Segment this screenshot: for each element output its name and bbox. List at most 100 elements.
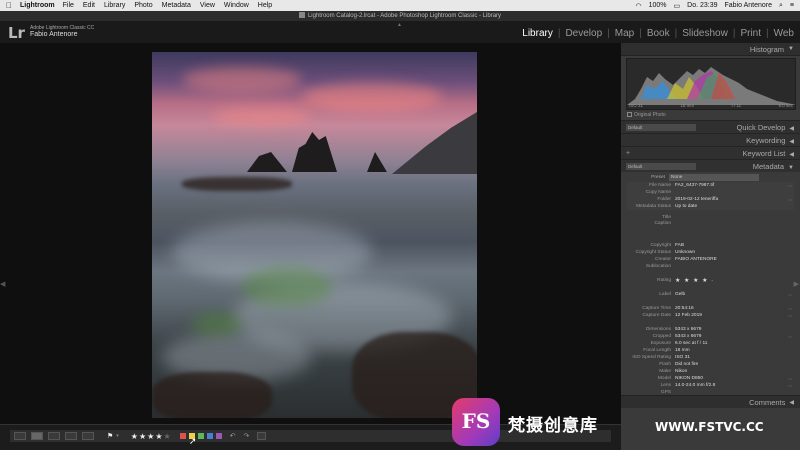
- field-capture-date[interactable]: Capture Date 12 Feb 2019 ▭: [627, 312, 794, 319]
- field-value[interactable]: 14.0-24.0 mm f/2.8: [675, 383, 715, 388]
- menu-library[interactable]: Library: [104, 2, 125, 9]
- field-value[interactable]: Gelb: [675, 292, 685, 297]
- field-creator[interactable]: Creator FABIO ANTENORE: [627, 256, 794, 263]
- original-photo-toggle[interactable]: Original Photo: [627, 112, 794, 118]
- field-sublocation[interactable]: Sublocation: [627, 263, 794, 270]
- search-icon[interactable]: ⌕: [779, 2, 783, 10]
- left-panel-toggle-icon[interactable]: ◀: [0, 280, 5, 288]
- field-copy-name[interactable]: Copy Name: [627, 189, 794, 196]
- comments-header[interactable]: Comments ◀: [621, 395, 800, 408]
- field-capture-time[interactable]: Capture Time 20:54:16 ▭: [627, 305, 794, 312]
- metadata-preset-dropdown[interactable]: Default: [626, 162, 696, 170]
- go-icon[interactable]: ▭: [788, 383, 792, 388]
- apple-icon[interactable]: : [6, 1, 12, 10]
- field-value[interactable]: 6.0 sec at f / 11: [675, 341, 707, 346]
- go-icon[interactable]: ▭: [788, 306, 792, 311]
- top-panel-toggle-icon[interactable]: ▲: [397, 22, 402, 28]
- field-value[interactable]: Did not fire: [675, 362, 698, 367]
- field-value[interactable]: 18 mm: [675, 348, 690, 353]
- add-keyword-icon[interactable]: +: [626, 150, 630, 157]
- histogram[interactable]: ISO 31 18 mm f / 11 6.0 sec: [626, 58, 796, 110]
- keywording-header[interactable]: Keywording ◀: [621, 133, 800, 146]
- saved-preset-dropdown[interactable]: Default: [626, 123, 696, 131]
- label-purple[interactable]: [215, 433, 222, 439]
- field-title[interactable]: Title: [627, 214, 794, 221]
- field-focal-length[interactable]: Focal Length 18 mm: [627, 347, 794, 354]
- field-model[interactable]: Model NIKON D850 ▭: [627, 375, 794, 382]
- module-library[interactable]: Library: [522, 28, 553, 39]
- right-panel-toggle-icon[interactable]: ▶: [794, 280, 799, 288]
- field-value[interactable]: 5343 x 6679: [675, 334, 701, 339]
- field-copyright[interactable]: Copyright FAB: [627, 242, 794, 249]
- field-metadata-status[interactable]: Metadata Status Up to date: [627, 203, 794, 210]
- module-map[interactable]: Map: [615, 28, 634, 39]
- keyword-list-header[interactable]: + Keyword List ◀: [621, 146, 800, 159]
- clock[interactable]: Do. 23:39: [687, 2, 717, 9]
- field-folder[interactable]: Folder 2019-02-12 teneriffa ▭: [627, 196, 794, 203]
- menu-edit[interactable]: Edit: [83, 2, 95, 9]
- go-icon[interactable]: ▭: [788, 197, 792, 202]
- field-dimensions[interactable]: Dimensions 5343 x 6679: [627, 326, 794, 333]
- grid-view-button[interactable]: [14, 432, 26, 440]
- field-value[interactable]: Nikon: [675, 369, 687, 374]
- field-rating[interactable]: Rating ★ ★ ★ ★ ·: [627, 277, 794, 284]
- toolbar-rating[interactable]: ★★★★★: [131, 432, 172, 441]
- field-make[interactable]: Make Nikon: [627, 368, 794, 375]
- module-print[interactable]: Print: [740, 28, 761, 39]
- field-value[interactable]: FABIO ANTENORE: [675, 257, 717, 262]
- metadata-header[interactable]: Default Metadata ▼: [621, 159, 800, 172]
- rating-stars[interactable]: ★ ★ ★ ★ ·: [675, 277, 714, 284]
- menu-metadata[interactable]: Metadata: [162, 2, 191, 9]
- rating-empty-star[interactable]: ★: [163, 432, 171, 441]
- go-icon[interactable]: ▭: [788, 376, 792, 381]
- field-file-name[interactable]: File Name FA2_6437-7987.tif ▭: [627, 182, 794, 189]
- loupe-view-button[interactable]: [31, 432, 43, 440]
- field-value[interactable]: ISO 31: [675, 355, 690, 360]
- collapse-icon[interactable]: ▼: [788, 46, 794, 52]
- menu-help[interactable]: Help: [258, 2, 272, 9]
- expand-icon[interactable]: ◀: [789, 152, 794, 158]
- crop-icon[interactable]: [257, 432, 267, 440]
- field-exposure[interactable]: Exposure 6.0 sec at f / 11: [627, 340, 794, 347]
- flag-dropdown-icon[interactable]: ▾: [116, 433, 119, 439]
- main-photo[interactable]: [152, 52, 477, 418]
- menu-view[interactable]: View: [200, 2, 215, 9]
- go-icon[interactable]: ▭: [788, 183, 792, 188]
- module-develop[interactable]: Develop: [565, 28, 602, 39]
- expand-icon[interactable]: ◀: [789, 139, 794, 145]
- menu-window[interactable]: Window: [224, 2, 249, 9]
- menu-file[interactable]: File: [63, 2, 74, 9]
- wifi-icon[interactable]: ◠: [636, 2, 642, 10]
- field-caption[interactable]: Caption: [627, 221, 794, 235]
- module-slideshow[interactable]: Slideshow: [682, 28, 728, 39]
- compare-view-button[interactable]: [48, 432, 60, 440]
- go-icon[interactable]: ▭: [788, 313, 792, 318]
- go-icon[interactable]: ▭: [788, 292, 792, 297]
- field-value[interactable]: FA2_6437-7987.tif: [675, 183, 714, 188]
- flag-icon[interactable]: ⚑: [107, 432, 113, 440]
- field-value[interactable]: 5343 x 6679: [675, 327, 701, 332]
- field-cropped[interactable]: Cropped 5343 x 6679 ▭: [627, 333, 794, 340]
- field-value[interactable]: NIKON D850: [675, 376, 703, 381]
- people-view-button[interactable]: [82, 432, 94, 440]
- preset-dropdown[interactable]: None: [669, 173, 759, 181]
- rating-filled-stars[interactable]: ★★★★: [131, 432, 164, 441]
- original-photo-checkbox[interactable]: [627, 112, 632, 117]
- label-red[interactable]: [179, 433, 186, 439]
- field-flash[interactable]: Flash Did not fire: [627, 361, 794, 368]
- field-label[interactable]: Label Gelb ▭: [627, 291, 794, 298]
- field-iso[interactable]: ISO Speed Rating ISO 31: [627, 354, 794, 361]
- module-book[interactable]: Book: [647, 28, 670, 39]
- rotate-left-icon[interactable]: ↶: [230, 432, 236, 440]
- menu-list-icon[interactable]: ≡: [790, 2, 794, 9]
- label-blue[interactable]: [206, 433, 213, 439]
- field-value[interactable]: 20:54:16: [675, 306, 694, 311]
- collapse-icon[interactable]: ▼: [788, 165, 794, 171]
- field-value[interactable]: FAB: [675, 243, 684, 248]
- expand-icon[interactable]: ◀: [789, 399, 794, 406]
- field-value[interactable]: Up to date: [675, 204, 697, 209]
- menu-app-name[interactable]: Lightroom: [20, 2, 55, 9]
- expand-icon[interactable]: ◀: [789, 126, 794, 132]
- battery-icon[interactable]: ▭: [674, 2, 681, 10]
- field-value[interactable]: Unknown: [675, 250, 695, 255]
